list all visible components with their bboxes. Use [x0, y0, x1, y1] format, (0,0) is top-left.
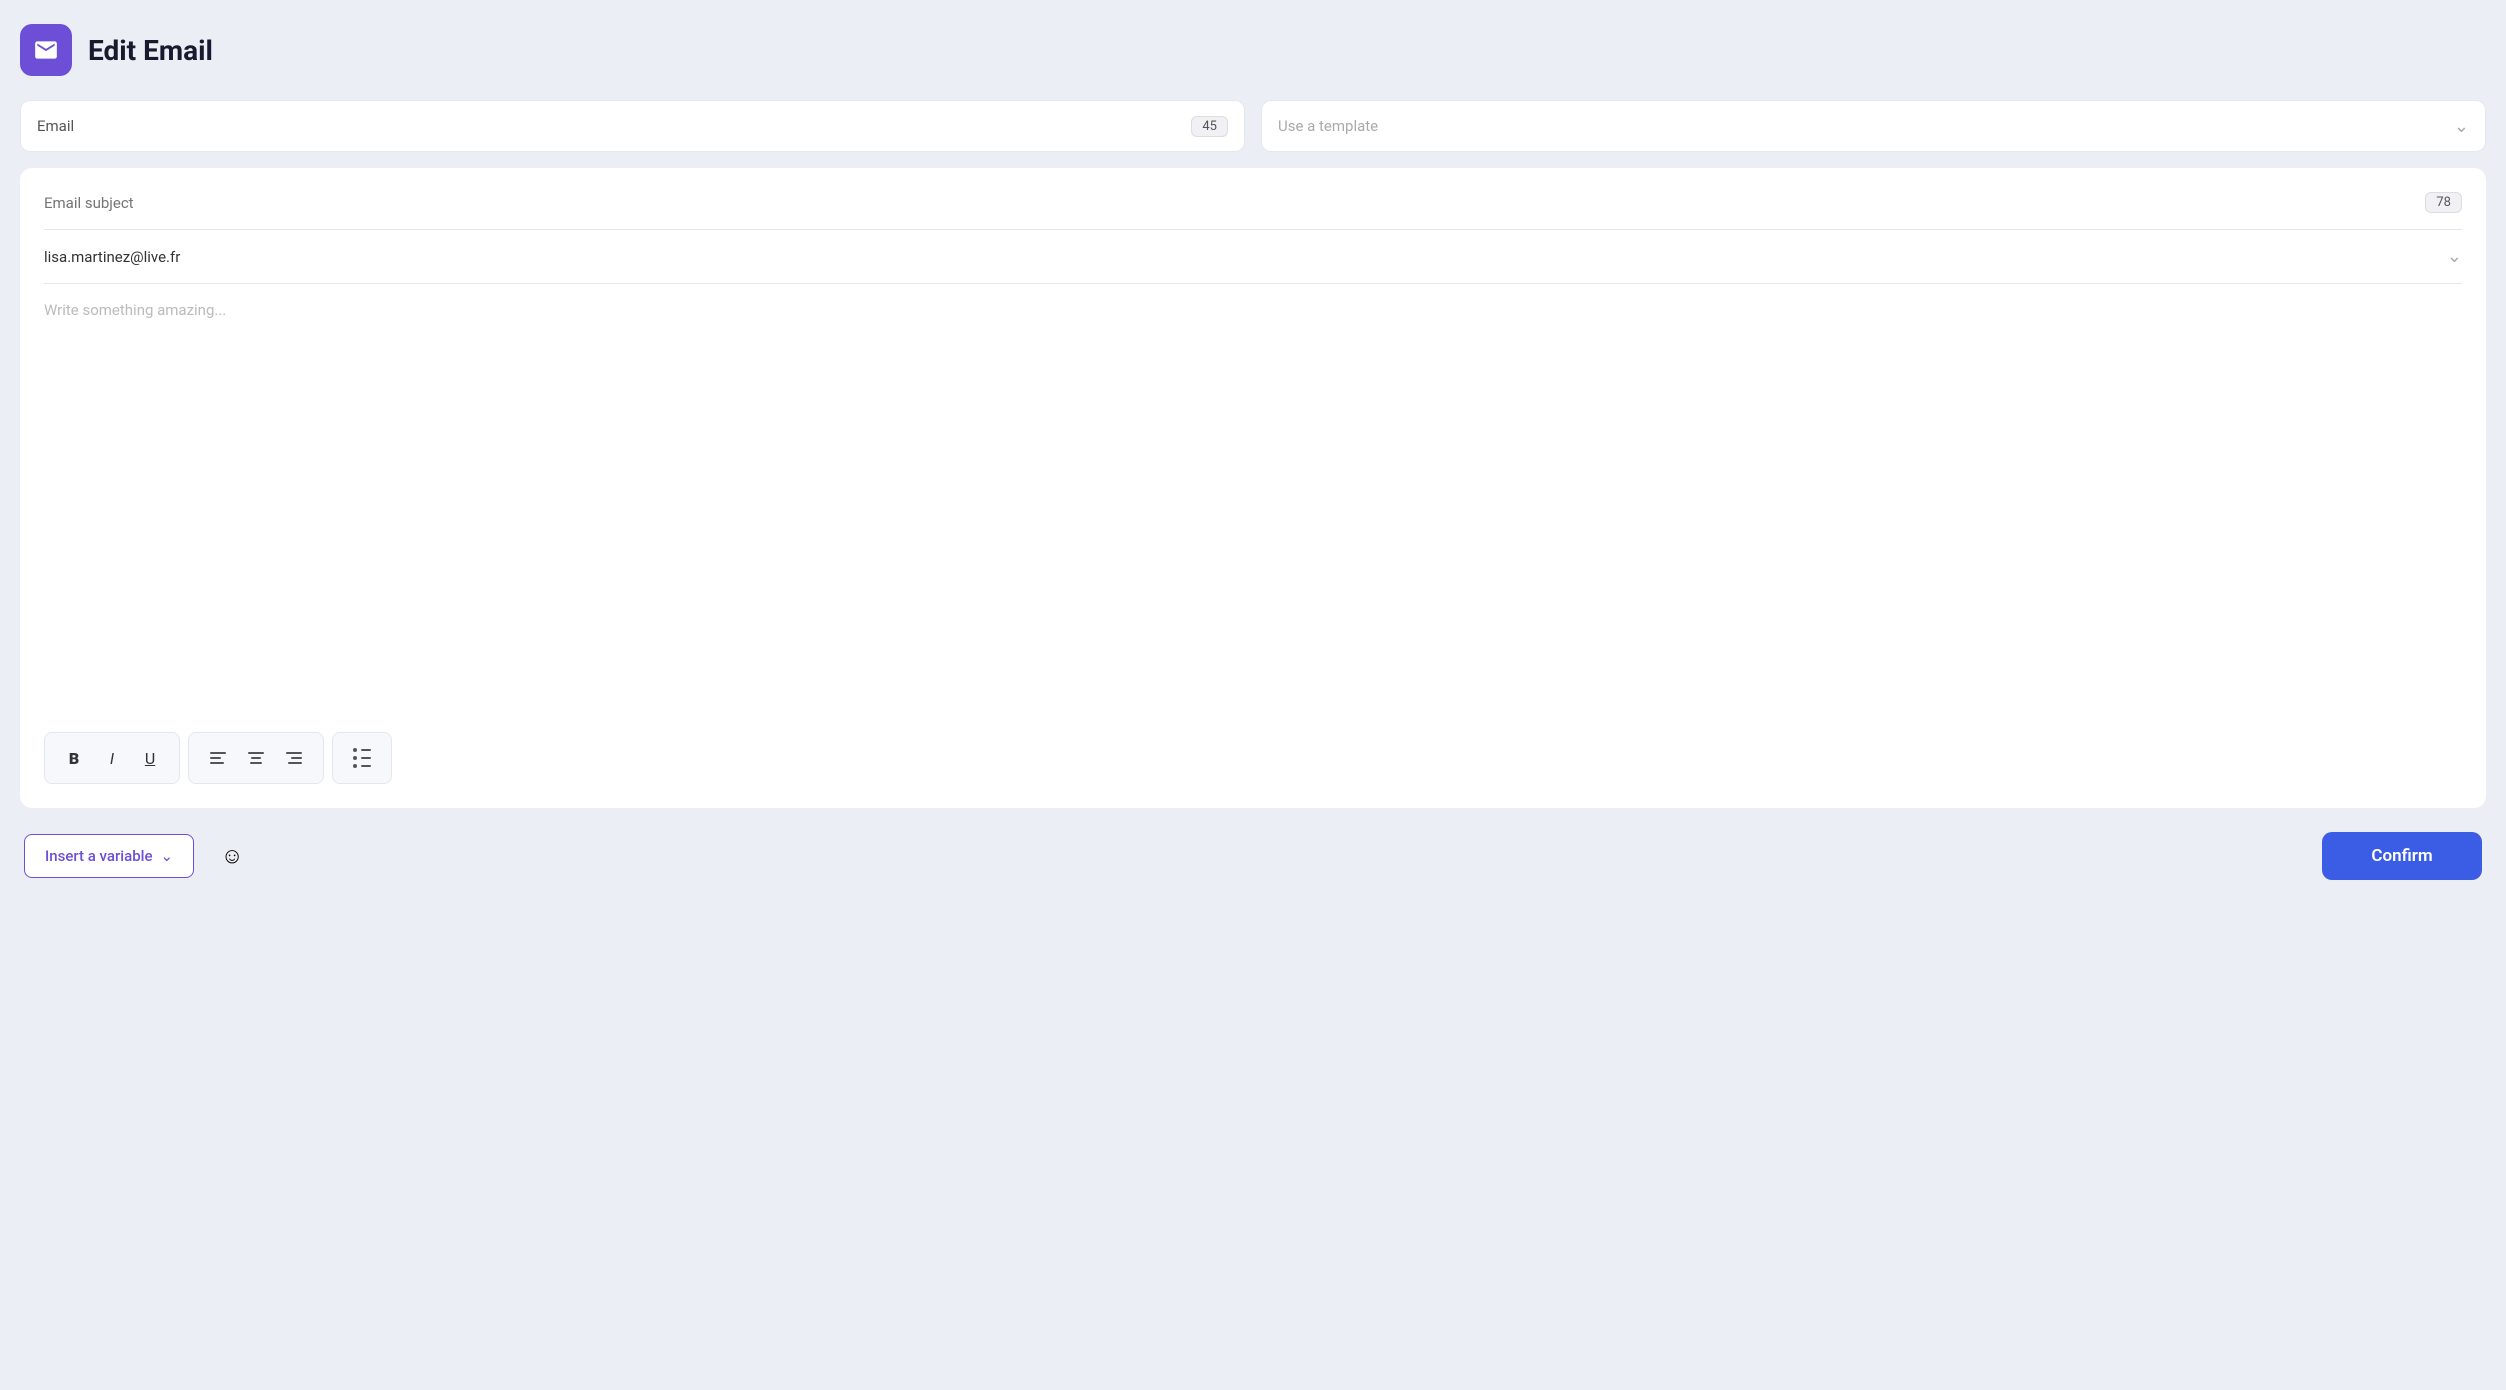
text-format-group: B I U: [44, 732, 180, 784]
mail-icon-container: [20, 24, 72, 76]
underline-button[interactable]: U: [133, 741, 167, 775]
confirm-button[interactable]: Confirm: [2322, 832, 2482, 880]
editor-card: 78 lisa.martinez@live.fr ⌄ Write somethi…: [20, 168, 2486, 808]
email-tab-badge: 45: [1191, 116, 1228, 137]
top-controls: Email 45 Use a template ⌄: [20, 100, 2486, 152]
emoji-button[interactable]: ☺: [210, 834, 254, 878]
insert-variable-button[interactable]: Insert a variable ⌄: [24, 834, 194, 878]
align-right-button[interactable]: [277, 741, 311, 775]
chevron-down-icon: ⌄: [2454, 116, 2469, 137]
email-tab[interactable]: Email 45: [20, 100, 1245, 152]
body-placeholder-text: Write something amazing...: [44, 301, 226, 319]
page-title: Edit Email: [88, 34, 213, 67]
formatting-toolbar: B I U: [44, 716, 2462, 784]
bullet-list-button[interactable]: [345, 741, 379, 775]
subject-char-counter: 78: [2425, 192, 2462, 213]
recipient-email: lisa.martinez@live.fr: [44, 248, 180, 266]
align-center-icon: [248, 752, 264, 764]
footer-bar: Insert a variable ⌄ ☺ Confirm: [20, 832, 2486, 880]
alignment-group: [188, 732, 324, 784]
bold-button[interactable]: B: [57, 741, 91, 775]
align-left-icon: [210, 752, 226, 764]
template-select[interactable]: Use a template ⌄: [1261, 100, 2486, 152]
mail-icon: [33, 37, 59, 63]
email-tab-label: Email: [37, 117, 74, 135]
smiley-icon: ☺: [221, 843, 243, 869]
align-right-icon: [286, 752, 302, 764]
list-icon: [353, 748, 371, 768]
insert-variable-label: Insert a variable: [45, 847, 152, 865]
recipient-chevron-down-icon: ⌄: [2447, 246, 2462, 267]
recipient-row[interactable]: lisa.martinez@live.fr ⌄: [44, 246, 2462, 284]
email-body-area[interactable]: Write something amazing...: [44, 300, 2462, 700]
align-left-button[interactable]: [201, 741, 235, 775]
align-center-button[interactable]: [239, 741, 273, 775]
list-group: [332, 732, 392, 784]
template-select-placeholder: Use a template: [1278, 117, 1378, 135]
chevron-down-icon: ⌄: [160, 847, 173, 865]
page-header: Edit Email: [20, 24, 2486, 76]
subject-row: 78: [44, 192, 2462, 230]
email-subject-input[interactable]: [44, 194, 2425, 212]
footer-left: Insert a variable ⌄ ☺: [24, 834, 254, 878]
italic-button[interactable]: I: [95, 741, 129, 775]
